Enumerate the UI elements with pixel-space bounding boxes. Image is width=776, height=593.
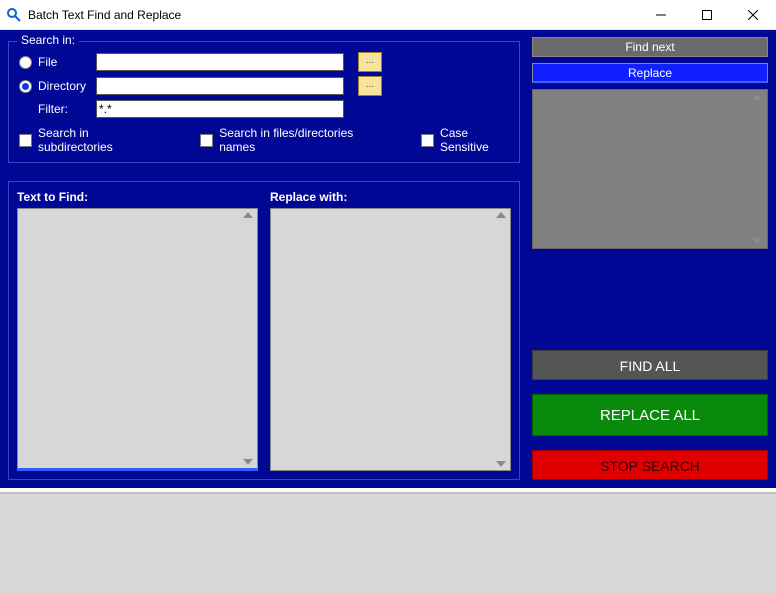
- file-input[interactable]: [96, 53, 344, 71]
- filter-input[interactable]: [96, 100, 344, 118]
- scroll-up-icon: [243, 212, 253, 218]
- results-scrollbar[interactable]: [749, 92, 765, 246]
- directory-radio-label: Directory: [38, 79, 96, 93]
- log-panel[interactable]: [0, 492, 776, 593]
- options-row: Search in subdirectories Search in files…: [19, 126, 509, 154]
- right-column: Find next Replace FIND ALL REPLACE ALL S…: [532, 37, 768, 480]
- file-browse-button[interactable]: ...: [358, 52, 382, 72]
- replace-scrollbar[interactable]: [493, 210, 509, 469]
- names-checkbox[interactable]: [200, 134, 213, 147]
- replace-textarea[interactable]: [270, 208, 511, 471]
- directory-row: Directory ...: [19, 76, 509, 96]
- replace-all-button[interactable]: REPLACE ALL: [532, 394, 768, 436]
- window-title: Batch Text Find and Replace: [28, 8, 181, 22]
- subdirs-label: Search in subdirectories: [38, 126, 150, 154]
- scroll-up-icon: [496, 212, 506, 218]
- case-option: Case Sensitive: [421, 126, 509, 154]
- case-label: Case Sensitive: [440, 126, 509, 154]
- filter-label: Filter:: [38, 102, 96, 116]
- find-scrollbar[interactable]: [240, 210, 256, 467]
- directory-input[interactable]: [96, 77, 344, 95]
- results-panel[interactable]: [532, 89, 768, 249]
- file-radio-label: File: [38, 55, 96, 69]
- maximize-button[interactable]: [684, 0, 730, 29]
- scroll-up-icon: [752, 94, 762, 100]
- find-column: Text to Find:: [17, 190, 258, 471]
- titlebar: Batch Text Find and Replace: [0, 0, 776, 30]
- find-all-button[interactable]: FIND ALL: [532, 350, 768, 380]
- subdirs-option: Search in subdirectories: [19, 126, 150, 154]
- directory-browse-button[interactable]: ...: [358, 76, 382, 96]
- textareas-group: Text to Find: Replace with:: [8, 181, 520, 480]
- spacer: [532, 249, 768, 336]
- names-label: Search in files/directories names: [219, 126, 371, 154]
- find-textarea[interactable]: [17, 208, 258, 471]
- scroll-down-icon: [496, 461, 506, 467]
- find-label: Text to Find:: [17, 190, 258, 204]
- app-icon: [6, 7, 22, 23]
- minimize-button[interactable]: [638, 0, 684, 29]
- close-button[interactable]: [730, 0, 776, 29]
- case-checkbox[interactable]: [421, 134, 434, 147]
- client-area: Search in: File ... Directory ... Filter…: [0, 30, 776, 488]
- file-radio[interactable]: [19, 56, 32, 69]
- filter-row: Filter:: [19, 100, 509, 118]
- names-option: Search in files/directories names: [200, 126, 371, 154]
- left-column: Search in: File ... Directory ... Filter…: [8, 37, 520, 480]
- replace-button[interactable]: Replace: [532, 63, 768, 83]
- search-in-legend: Search in:: [17, 33, 79, 47]
- find-next-button[interactable]: Find next: [532, 37, 768, 57]
- window-controls: [638, 0, 776, 29]
- file-row: File ...: [19, 52, 509, 72]
- scroll-down-icon: [243, 459, 253, 465]
- scroll-down-icon: [752, 238, 762, 244]
- replace-column: Replace with:: [270, 190, 511, 471]
- directory-radio[interactable]: [19, 80, 32, 93]
- stop-search-button[interactable]: STOP SEARCH: [532, 450, 768, 480]
- replace-label: Replace with:: [270, 190, 511, 204]
- subdirs-checkbox[interactable]: [19, 134, 32, 147]
- search-in-group: Search in: File ... Directory ... Filter…: [8, 41, 520, 163]
